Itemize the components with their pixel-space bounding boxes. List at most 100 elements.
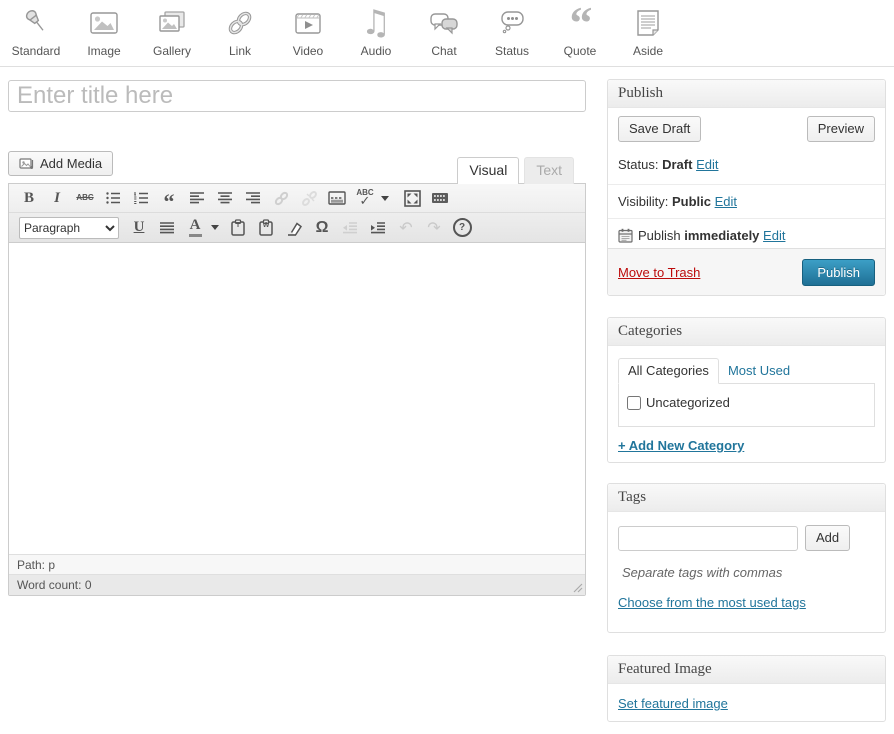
align-left-button[interactable] [186,186,208,210]
edit-status-link[interactable]: Edit [696,157,718,172]
tag-input[interactable] [618,526,798,551]
path-label: Path: [17,558,45,572]
add-new-category-link[interactable]: + Add New Category [618,438,744,453]
category-label: Uncategorized [646,395,730,410]
editor-content-area[interactable] [9,243,585,554]
more-tag-icon [328,191,346,206]
blockquote-button[interactable]: “ [158,186,180,210]
text-color-button[interactable]: A [184,216,206,240]
justify-button[interactable] [156,216,178,240]
post-format-chat[interactable]: Chat [410,4,478,58]
chevron-down-icon[interactable] [381,196,389,201]
align-center-icon [217,190,233,206]
more-tag-button[interactable] [326,186,348,210]
tags-box: Tags Add Separate tags with commas Choos… [607,483,886,633]
help-button[interactable]: ? [451,216,473,240]
post-format-status[interactable]: Status [478,4,546,58]
post-format-bar: Standard Image Gallery [2,4,682,58]
align-center-button[interactable] [214,186,236,210]
schedule-value: immediately [684,228,759,243]
paste-from-word-button[interactable]: W [255,216,277,240]
resize-handle-icon[interactable] [571,581,583,593]
status-bubble-icon [495,4,529,42]
publish-minor-actions: Save Draft Preview Status: Draft Edit [608,108,885,184]
undo-button[interactable]: ↶ [395,216,417,240]
tab-all-categories[interactable]: All Categories [618,358,719,384]
category-checklist: Uncategorized [618,383,875,427]
insert-link-button[interactable] [270,186,292,210]
categories-tabs: All Categories Most Used [618,358,875,383]
unlink-button[interactable] [298,186,320,210]
visibility-value: Public [672,194,711,209]
link-icon [273,190,290,207]
categories-box: Categories All Categories Most Used Unca… [607,317,886,463]
post-format-link[interactable]: Link [206,4,274,58]
move-to-trash-link[interactable]: Move to Trash [618,265,700,280]
document-icon [631,4,665,42]
strikethrough-button[interactable]: ABC [74,186,96,210]
publish-box-title[interactable]: Publish [608,80,885,108]
numbered-list-button[interactable] [130,186,152,210]
justify-icon [159,220,175,236]
post-format-audio[interactable]: ♫ Audio [342,4,410,58]
align-right-button[interactable] [242,186,264,210]
add-media-icon [19,156,35,171]
image-icon [87,4,121,42]
bullet-list-button[interactable] [102,186,124,210]
featured-image-box-title[interactable]: Featured Image [608,656,885,684]
choose-most-used-tags-link[interactable]: Choose from the most used tags [618,595,806,610]
post-format-label: Status [495,44,529,58]
categories-box-title[interactable]: Categories [608,318,885,346]
post-format-standard[interactable]: Standard [2,4,70,58]
post-format-video[interactable]: Video [274,4,342,58]
chevron-down-icon[interactable] [211,225,219,230]
path-value: p [48,558,55,572]
publish-box: Publish Save Draft Preview Status: Draft… [607,79,886,296]
add-media-button[interactable]: Add Media [8,151,113,176]
post-format-label: Image [87,44,120,58]
edit-schedule-link[interactable]: Edit [763,228,785,243]
category-checkbox-uncategorized[interactable] [627,396,641,410]
post-format-aside[interactable]: Aside [614,4,682,58]
paste-as-text-button[interactable]: T [227,216,249,240]
post-format-image[interactable]: Image [70,4,138,58]
italic-button[interactable]: I [46,186,68,210]
tab-text[interactable]: Text [524,157,574,184]
post-format-quote[interactable]: “ Quote [546,4,614,58]
kitchen-sink-button[interactable] [429,186,451,210]
status-line: Status: Draft Edit [618,157,875,172]
calendar-icon [618,228,633,243]
spellcheck-button[interactable]: ABC ✓ [354,186,376,210]
fullscreen-button[interactable] [401,186,423,210]
eraser-icon [286,220,303,236]
status-label: Status: [618,157,658,172]
remove-formatting-button[interactable] [283,216,305,240]
publish-button[interactable]: Publish [802,259,875,286]
chat-bubbles-icon [427,4,461,42]
post-format-label: Quote [564,44,597,58]
post-format-label: Video [293,44,323,58]
tab-visual[interactable]: Visual [457,157,519,184]
tab-most-used[interactable]: Most Used [719,359,799,383]
quote-marks-icon: “ [570,4,591,42]
save-draft-button[interactable]: Save Draft [618,116,701,142]
add-tag-button[interactable]: Add [805,525,850,551]
schedule-line: Publish immediately Edit [608,218,885,252]
tags-box-title[interactable]: Tags [608,484,885,512]
preview-button[interactable]: Preview [807,116,875,142]
edit-visibility-link[interactable]: Edit [715,194,737,209]
indent-icon [370,220,386,236]
title-input[interactable] [8,80,586,112]
special-character-button[interactable]: Ω [311,216,333,240]
redo-button[interactable]: ↷ [423,216,445,240]
indent-button[interactable] [367,216,389,240]
outdent-button[interactable] [339,216,361,240]
tag-input-row: Add [618,525,875,551]
paragraph-select[interactable]: Paragraph [19,217,119,239]
set-featured-image-link[interactable]: Set featured image [618,696,728,711]
align-right-icon [245,190,261,206]
underline-button[interactable]: U [128,216,150,240]
bullet-list-icon [105,190,121,206]
bold-button[interactable]: B [18,186,40,210]
post-format-gallery[interactable]: Gallery [138,4,206,58]
